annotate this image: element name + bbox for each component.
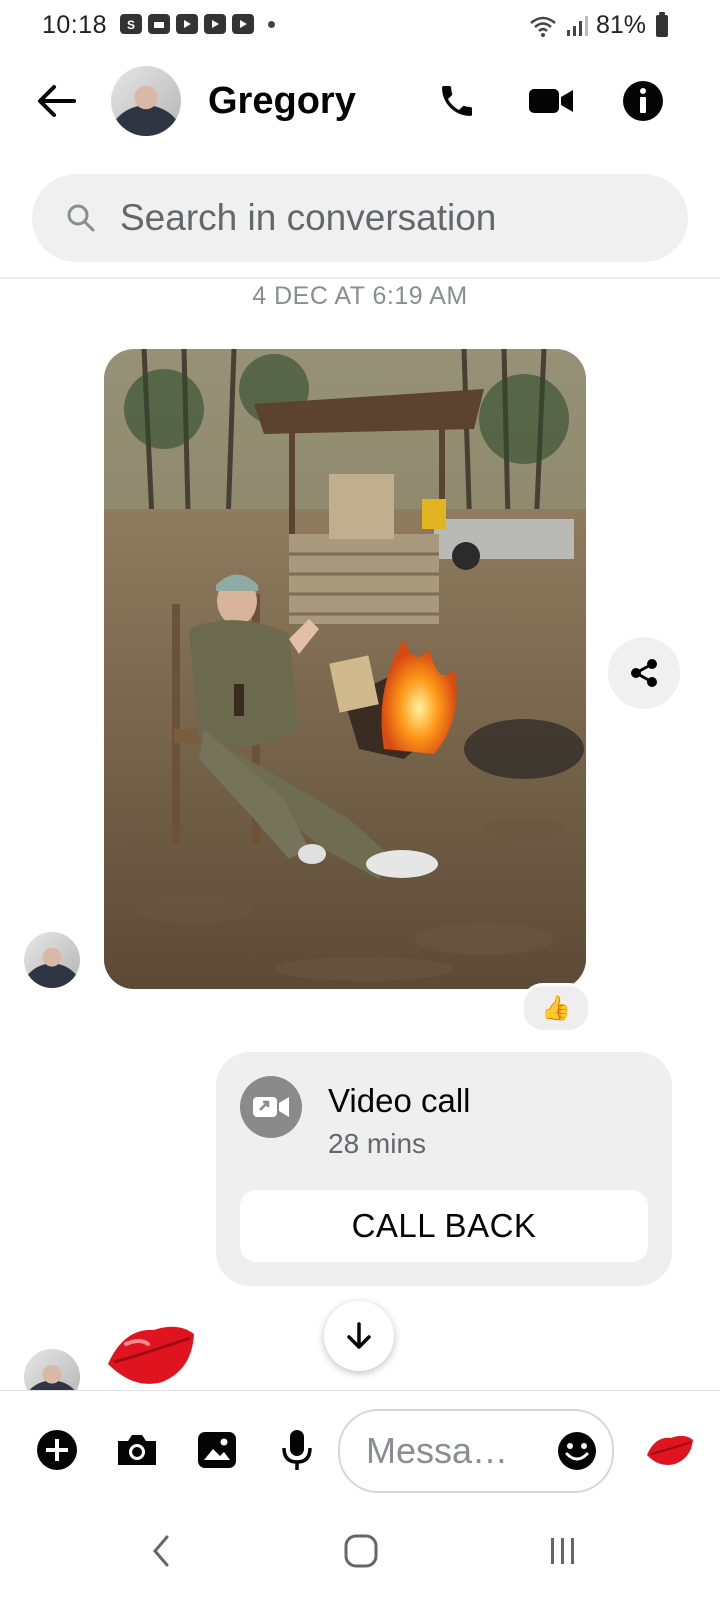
thumbs-up-reaction[interactable]: 👍 bbox=[521, 983, 591, 1033]
youtube-icon bbox=[204, 14, 226, 34]
search-icon bbox=[67, 204, 95, 232]
share-button[interactable] bbox=[608, 637, 680, 709]
contact-avatar[interactable] bbox=[111, 66, 181, 136]
sender-avatar[interactable] bbox=[24, 932, 80, 988]
video-camera-icon bbox=[529, 89, 573, 113]
voice-message-button[interactable] bbox=[269, 1422, 325, 1478]
search-input[interactable] bbox=[118, 196, 642, 240]
status-bar: 10:18 S 81% bbox=[0, 0, 720, 52]
signal-icon bbox=[566, 15, 588, 36]
camera-icon bbox=[118, 1435, 156, 1465]
status-time: 10:18 bbox=[42, 11, 108, 39]
gallery-button[interactable] bbox=[189, 1422, 245, 1478]
emoji-icon bbox=[558, 1432, 596, 1470]
video-call-button[interactable] bbox=[526, 76, 576, 126]
shopping-bag-icon: S bbox=[120, 14, 142, 34]
status-right: 81% bbox=[528, 11, 668, 40]
video-call-icon bbox=[240, 1076, 302, 1138]
header-divider bbox=[0, 277, 720, 279]
call-back-button[interactable]: CALL BACK bbox=[240, 1190, 648, 1262]
recents-icon bbox=[551, 1538, 574, 1564]
lips-kiss-icon bbox=[108, 1326, 194, 1384]
chevron-left-icon bbox=[153, 1535, 169, 1567]
emoji-button[interactable] bbox=[556, 1430, 598, 1472]
more-actions-button[interactable] bbox=[29, 1422, 85, 1478]
contact-name[interactable]: Gregory bbox=[208, 80, 356, 123]
battery-icon bbox=[656, 11, 668, 37]
arrow-down-icon bbox=[347, 1322, 371, 1349]
audio-call-button[interactable] bbox=[432, 76, 482, 126]
call-duration: 28 mins bbox=[328, 1128, 427, 1159]
send-kiss-button[interactable] bbox=[640, 1422, 700, 1478]
search-bar[interactable] bbox=[32, 174, 688, 262]
microphone-icon bbox=[282, 1430, 312, 1470]
notification-icons: S bbox=[120, 14, 275, 34]
nav-home-button[interactable] bbox=[321, 1521, 401, 1581]
info-icon bbox=[623, 81, 663, 121]
message-input[interactable] bbox=[364, 1429, 548, 1473]
battery-percent: 81% bbox=[595, 11, 646, 39]
image-icon bbox=[198, 1432, 236, 1468]
nav-recents-button[interactable] bbox=[523, 1521, 603, 1581]
lips-kiss-message[interactable] bbox=[104, 1314, 196, 1394]
plus-icon bbox=[37, 1430, 77, 1470]
more-dot-icon bbox=[268, 20, 275, 28]
message-composer[interactable] bbox=[338, 1409, 614, 1493]
nav-back-button[interactable] bbox=[121, 1521, 201, 1581]
campfire-photo bbox=[104, 349, 586, 989]
call-title: Video call bbox=[328, 1082, 471, 1119]
youtube-icon bbox=[232, 14, 254, 34]
back-arrow-icon bbox=[38, 85, 76, 117]
composer-divider bbox=[0, 1390, 720, 1391]
video-call-card: Video call 28 mins CALL BACK bbox=[216, 1052, 672, 1286]
message-timestamp: 4 DEC AT 6:19 AM bbox=[252, 282, 468, 310]
lips-kiss-icon bbox=[647, 1435, 693, 1465]
svg-text:S: S bbox=[127, 18, 135, 31]
phone-icon bbox=[442, 86, 472, 116]
back-button[interactable] bbox=[30, 78, 82, 124]
photo-message[interactable] bbox=[104, 349, 586, 989]
home-square-icon bbox=[344, 1534, 378, 1568]
info-button[interactable] bbox=[618, 76, 668, 126]
camera-button[interactable] bbox=[109, 1422, 165, 1478]
folder-icon bbox=[148, 14, 170, 34]
thumbs-up-icon: 👍 bbox=[541, 994, 571, 1022]
share-icon bbox=[631, 659, 657, 687]
wifi-icon bbox=[530, 16, 556, 37]
youtube-icon bbox=[176, 14, 198, 34]
scroll-to-bottom-button[interactable] bbox=[324, 1301, 394, 1371]
